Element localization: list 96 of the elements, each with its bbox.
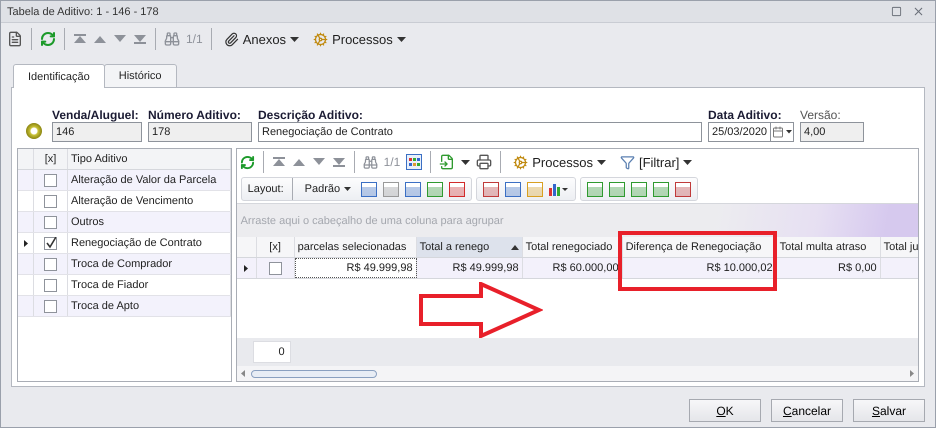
column-header[interactable]: Total multa atraso: [776, 237, 881, 257]
field-label: Venda/Aluguel:: [52, 108, 140, 122]
scroll-right-icon[interactable]: [910, 370, 914, 377]
column-header[interactable]: [x]: [256, 237, 295, 257]
last-record-icon[interactable]: [332, 157, 346, 167]
new-document-icon[interactable]: [7, 31, 23, 47]
table-cell: R$ 10.000,02: [622, 258, 777, 278]
dialog-button[interactable]: Salvar: [853, 399, 925, 422]
sort-ascending-icon: [510, 244, 519, 250]
table-cell: Alteração de Vencimento: [68, 191, 231, 211]
caret-icon[interactable]: [461, 160, 470, 164]
table-icon[interactable]: [653, 182, 670, 196]
input-field[interactable]: 4,00: [800, 122, 864, 142]
table-cell: R$ 0,00: [776, 258, 881, 278]
next-record-icon[interactable]: [312, 157, 326, 167]
checkbox[interactable]: [44, 194, 57, 208]
layout-dropdown[interactable]: Padrão: [300, 181, 356, 197]
table-cell: R$ 60.000,00: [522, 258, 623, 278]
input-field[interactable]: 178: [148, 122, 252, 142]
date-field[interactable]: 25/03/2020: [708, 122, 794, 142]
checkbox[interactable]: [44, 258, 57, 270]
input-field[interactable]: 146: [52, 122, 142, 142]
horizontal-scrollbar[interactable]: [236, 366, 918, 381]
table-icon[interactable]: [587, 182, 604, 196]
layout-label: Layout:: [248, 183, 284, 195]
gear-icon: [313, 32, 328, 46]
last-record-icon[interactable]: [133, 34, 147, 44]
checkbox[interactable]: [44, 174, 57, 186]
column-header[interactable]: Total ju: [880, 237, 918, 257]
binoculars-icon[interactable]: [164, 31, 180, 47]
row-indicator-icon: [244, 264, 248, 272]
menu-button[interactable]: Processos: [309, 30, 410, 48]
tab[interactable]: Histórico: [104, 64, 177, 88]
caret-icon: [344, 187, 352, 191]
next-record-icon[interactable]: [113, 34, 127, 44]
paperclip-icon: [224, 32, 239, 46]
filter-icon: [620, 154, 635, 170]
table-cell: Outros: [68, 212, 231, 232]
bar-chart-icon[interactable]: [549, 182, 570, 196]
menu-button[interactable]: Anexos: [220, 30, 304, 48]
table-icon[interactable]: [631, 182, 648, 196]
status-icon: [26, 123, 42, 139]
menu-button[interactable]: Processos: [509, 152, 610, 172]
caret-icon: [786, 130, 792, 134]
column-header[interactable]: Total renegociado: [522, 237, 623, 257]
caret-icon: [396, 36, 406, 42]
checkbox[interactable]: [268, 262, 282, 274]
refresh-icon[interactable]: [40, 31, 56, 47]
tab[interactable]: Identificação: [13, 64, 105, 88]
table-cell: Troca de Apto: [68, 296, 231, 316]
scroll-left-icon[interactable]: [240, 370, 245, 377]
table-cell: Troca de Comprador: [68, 254, 231, 274]
input-field[interactable]: Renegociação de Contrato: [258, 122, 702, 142]
table-icon[interactable]: [609, 182, 626, 196]
grid-icon[interactable]: [406, 154, 422, 170]
record-counter: 1/1: [186, 32, 203, 46]
calendar-icon: [772, 126, 784, 138]
table-cell: R$ 49.999,98: [294, 258, 417, 278]
calendar-dropdown-button[interactable]: [770, 123, 793, 141]
dialog-button[interactable]: Cancelar: [771, 399, 843, 422]
checkbox[interactable]: [44, 300, 57, 312]
dialog-button[interactable]: OK: [689, 399, 761, 422]
table-cell: Troca de Fiador: [68, 275, 231, 295]
checkbox[interactable]: [44, 216, 57, 228]
field-label: Data Aditivo:: [708, 108, 783, 122]
row-indicator-icon: [24, 240, 28, 246]
refresh-icon[interactable]: [240, 154, 255, 170]
group-panel-hint: Arraste aqui o cabeçalho de uma coluna para agrupar: [240, 214, 504, 226]
column-header[interactable]: [x]: [34, 149, 68, 169]
caret-icon: [683, 160, 692, 164]
column-header[interactable]: Total a renego: [416, 237, 523, 257]
table-cell: Renegociação de Contrato: [68, 233, 231, 253]
previous-record-icon[interactable]: [292, 157, 306, 167]
field-label: Número Aditivo:: [148, 108, 242, 122]
previous-record-icon[interactable]: [93, 34, 107, 44]
printer-icon[interactable]: [476, 154, 492, 170]
field-label: Versão:: [800, 108, 842, 122]
checkbox[interactable]: [44, 278, 57, 292]
table-cell: Alteração de Valor da Parcela: [68, 170, 231, 190]
caret-icon: [596, 160, 606, 164]
column-header[interactable]: Diferença de Renegociação: [622, 237, 777, 257]
export-icon[interactable]: [439, 154, 456, 170]
field-label: Descrição Aditivo:: [258, 108, 364, 122]
record-counter: 1/1: [384, 155, 400, 169]
column-header[interactable]: Tipo Aditivo: [68, 149, 231, 169]
first-record-icon[interactable]: [272, 157, 286, 167]
table-icon[interactable]: [405, 182, 422, 196]
gear-icon: [513, 154, 528, 170]
checkbox[interactable]: [44, 236, 57, 250]
first-record-icon[interactable]: [73, 34, 87, 44]
menu-button[interactable]: [Filtrar]: [616, 152, 696, 172]
caret-icon: [290, 36, 300, 42]
window-title: Tabela de Aditivo: 1 - 146 - 178: [7, 6, 160, 18]
binoculars-icon[interactable]: [362, 154, 378, 170]
table-cell: R$ 49.999,98: [416, 258, 523, 278]
row-count: 0: [252, 341, 291, 363]
